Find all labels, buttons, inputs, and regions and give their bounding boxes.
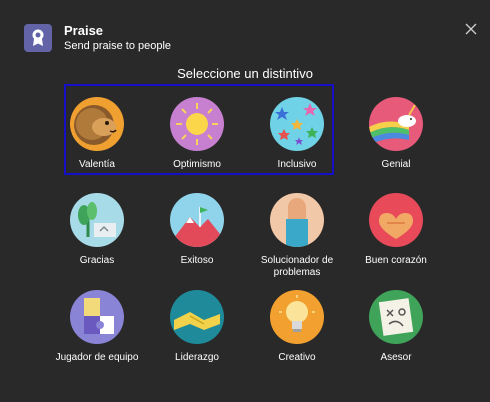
unicorn-icon xyxy=(369,97,423,151)
close-button[interactable] xyxy=(462,20,480,38)
stars-icon xyxy=(270,97,324,151)
badge-label: Solucionador de problemas xyxy=(260,255,334,278)
badge-genial[interactable]: Genial xyxy=(346,97,446,171)
badge-label: Exitoso xyxy=(180,255,214,266)
badge-exitoso[interactable]: Exitoso xyxy=(147,193,247,267)
badge-optimismo[interactable]: Optimismo xyxy=(147,97,247,171)
plant-card-icon xyxy=(70,193,124,247)
badge-label: Asesor xyxy=(380,352,412,363)
strategy-board-icon xyxy=(369,290,423,344)
badge-label: Valentía xyxy=(79,159,115,170)
badge-liderazgo[interactable]: Liderazgo xyxy=(147,290,247,364)
sun-icon xyxy=(170,97,224,151)
badge-label: Liderazgo xyxy=(175,352,219,363)
badge-label: Gracias xyxy=(79,255,115,266)
badge-asesor[interactable]: Asesor xyxy=(346,290,446,364)
mountain-flag-icon xyxy=(170,193,224,247)
app-title: Praise xyxy=(64,23,104,38)
badge-gracias[interactable]: Gracias xyxy=(47,193,147,267)
handshake-icon xyxy=(170,290,224,344)
team-puzzle-icon xyxy=(70,290,124,344)
badge-label: Genial xyxy=(381,159,411,170)
badge-buen-corazon[interactable]: Buen corazón xyxy=(346,193,446,267)
praise-dialog: Praise Send praise to people Seleccione … xyxy=(0,0,490,402)
lion-icon xyxy=(70,97,124,151)
badge-inclusivo[interactable]: Inclusivo xyxy=(247,97,347,171)
badge-label: Jugador de equipo xyxy=(55,352,139,363)
lightbulb-icon xyxy=(270,290,324,344)
badge-solucionador[interactable]: Solucionador de problemas xyxy=(247,193,347,279)
badge-valentia[interactable]: Valentía xyxy=(47,97,147,171)
app-subtitle: Send praise to people xyxy=(64,40,172,52)
badge-label: Inclusivo xyxy=(277,159,317,170)
badge-jugador-equipo[interactable]: Jugador de equipo xyxy=(47,290,147,364)
badge-creativo[interactable]: Creativo xyxy=(247,290,347,364)
badge-label: Buen corazón xyxy=(365,255,427,266)
badge-selection-heading: Seleccione un distintivo xyxy=(177,66,313,81)
badge-label: Optimismo xyxy=(173,159,221,170)
praise-app-icon xyxy=(24,24,52,52)
heart-hands-icon xyxy=(369,193,423,247)
badge-label: Creativo xyxy=(278,352,316,363)
puzzle-fist-icon xyxy=(270,193,324,247)
close-icon xyxy=(465,23,477,35)
